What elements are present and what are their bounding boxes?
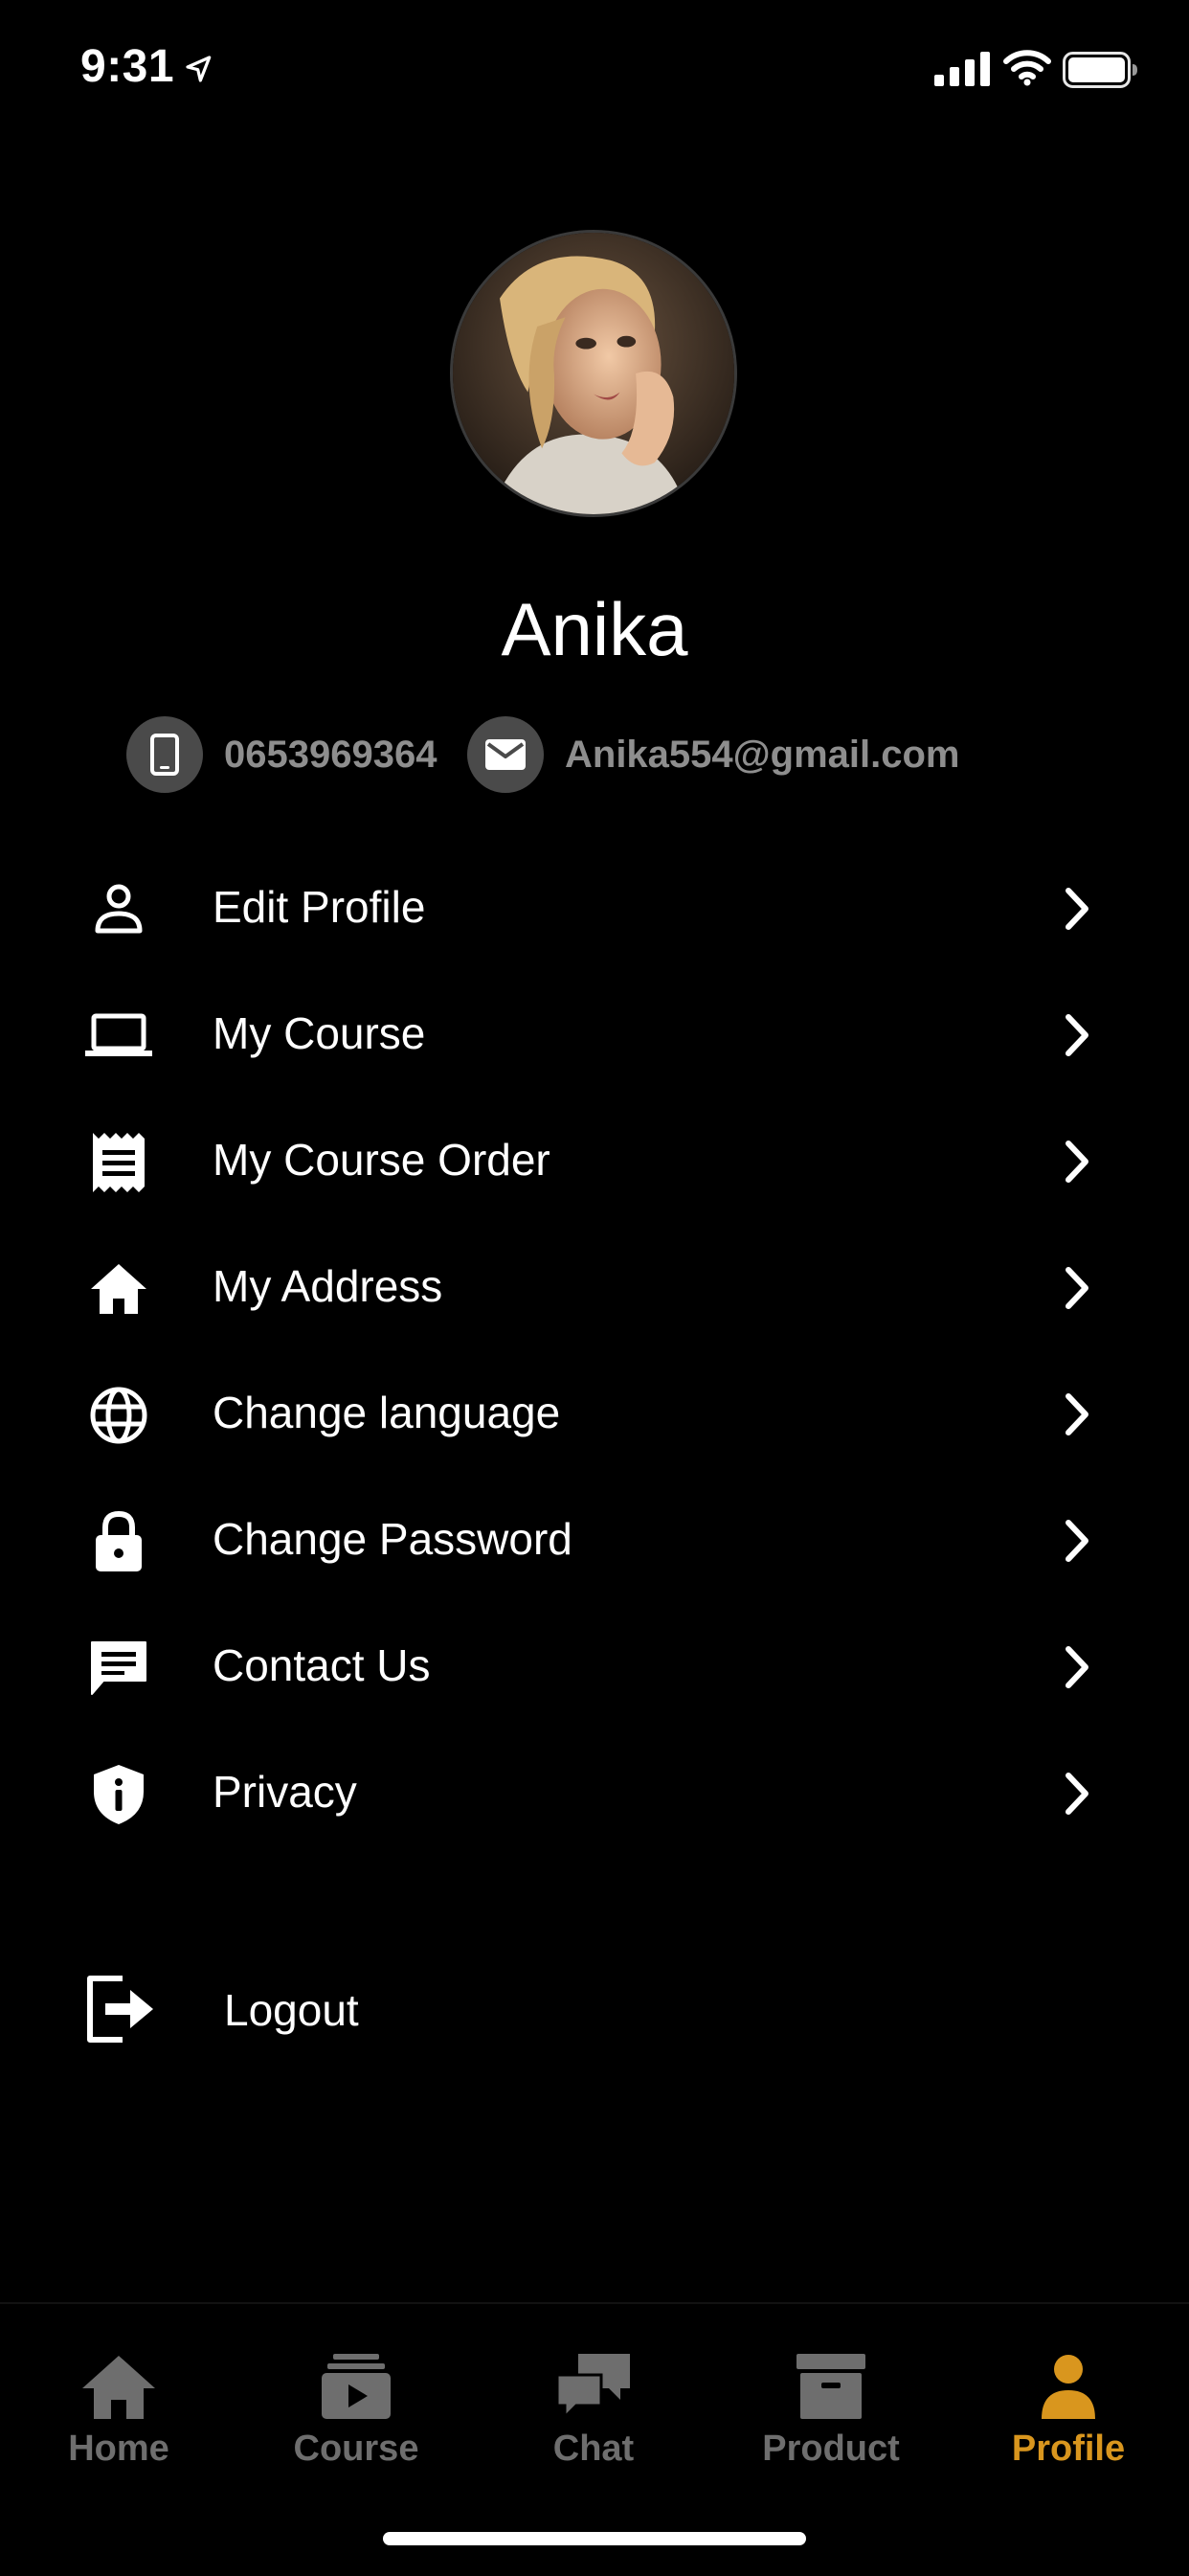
email-info: Anika554@gmail.com	[467, 716, 960, 793]
chevron-right-icon	[1066, 1773, 1088, 1815]
avatar-image	[453, 233, 734, 514]
tab-profile[interactable]: Profile	[950, 2352, 1187, 2515]
chevron-right-icon	[1066, 1014, 1088, 1056]
menu-item-label: Edit Profile	[213, 882, 426, 932]
chevron-right-icon	[1066, 1646, 1088, 1688]
tab-label: Home	[68, 2429, 169, 2469]
tab-label: Course	[293, 2429, 419, 2469]
menu-item-my-course-order[interactable]: My Course Order	[0, 1096, 1189, 1222]
logout-button[interactable]: Logout	[0, 1963, 574, 2059]
status-time: 9:31	[80, 41, 175, 92]
chevron-right-icon	[1066, 1141, 1088, 1183]
globe-icon	[84, 1381, 153, 1450]
cellular-signal-icon	[934, 52, 990, 86]
tab-chat[interactable]: Chat	[475, 2352, 712, 2515]
archive-box-icon	[796, 2354, 865, 2419]
logout-icon	[87, 1976, 153, 2043]
chat-icon	[84, 1634, 153, 1703]
menu-item-privacy[interactable]: Privacy	[0, 1728, 1189, 1854]
tab-course[interactable]: Course	[237, 2352, 475, 2515]
laptop-icon	[84, 1002, 153, 1071]
chevron-right-icon	[1066, 888, 1088, 930]
menu-item-label: Privacy	[213, 1767, 357, 1817]
wifi-icon	[1003, 50, 1051, 86]
phone-icon	[126, 716, 203, 793]
tab-home[interactable]: Home	[0, 2352, 237, 2515]
logout-label: Logout	[224, 1985, 359, 2035]
mail-icon	[467, 716, 544, 793]
menu-item-label: My Course Order	[213, 1135, 550, 1185]
menu-item-label: My Address	[213, 1261, 443, 1311]
profile-menu: Edit Profile My Course My Course Order M…	[0, 843, 1189, 1854]
home-icon	[82, 2356, 155, 2419]
menu-item-change-language[interactable]: Change language	[0, 1348, 1189, 1475]
phone-info: 0653969364	[126, 716, 437, 793]
battery-icon	[1063, 52, 1137, 88]
status-bar: 9:31	[0, 0, 1189, 134]
tab-product[interactable]: Product	[712, 2352, 950, 2515]
menu-item-my-course[interactable]: My Course	[0, 969, 1189, 1096]
menu-item-label: Change Password	[213, 1514, 572, 1564]
phone-number: 0653969364	[224, 733, 437, 776]
receipt-icon	[84, 1128, 153, 1197]
home-indicator	[383, 2532, 806, 2545]
menu-item-label: Contact Us	[213, 1640, 431, 1690]
person-icon	[84, 875, 153, 944]
menu-item-my-address[interactable]: My Address	[0, 1222, 1189, 1348]
tab-label: Product	[762, 2429, 900, 2469]
menu-item-change-password[interactable]: Change Password	[0, 1475, 1189, 1601]
video-stack-icon	[322, 2354, 391, 2419]
chevron-right-icon	[1066, 1520, 1088, 1562]
location-arrow-icon	[186, 56, 212, 82]
tab-label: Profile	[1011, 2429, 1126, 2469]
menu-item-label: My Course	[213, 1008, 426, 1058]
lock-icon	[84, 1507, 153, 1576]
shield-info-icon	[84, 1760, 153, 1829]
menu-item-contact-us[interactable]: Contact Us	[0, 1601, 1189, 1728]
chevron-right-icon	[1066, 1267, 1088, 1309]
menu-item-label: Change language	[213, 1388, 561, 1437]
email-address: Anika554@gmail.com	[565, 733, 960, 776]
tab-label: Chat	[552, 2429, 635, 2469]
person-icon	[1042, 2355, 1095, 2419]
avatar[interactable]	[450, 230, 737, 517]
chat-bubbles-icon	[555, 2354, 630, 2421]
menu-item-edit-profile[interactable]: Edit Profile	[0, 843, 1189, 969]
profile-name: Anika	[501, 587, 688, 671]
chevron-right-icon	[1066, 1393, 1088, 1435]
home-icon	[84, 1254, 153, 1323]
